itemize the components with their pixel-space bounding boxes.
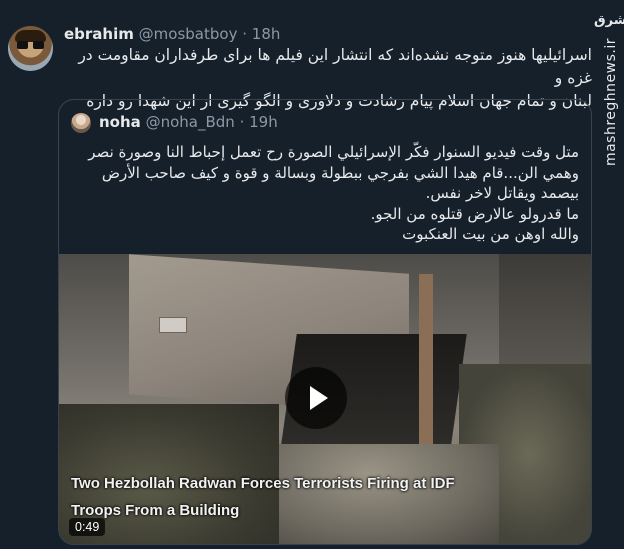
- quoted-tweet-header: noha @noha_Bdn · 19h: [99, 113, 278, 131]
- quoted-tweet-text: متل وقت فيديو السنوار فكّر الإسرائيلي ال…: [73, 142, 579, 245]
- video-player[interactable]: Two Hezbollah Radwan Forces Terrorists F…: [59, 254, 591, 544]
- avatar[interactable]: [8, 26, 53, 71]
- quoted-text-line: ما قدرولو عالارض قتلوه من الجو.: [370, 204, 579, 223]
- video-frame-ac-unit: [159, 317, 187, 333]
- video-caption: Two Hezbollah Radwan Forces Terrorists F…: [71, 470, 471, 524]
- tweet-header: ebrahim @mosbatboy · 18h: [64, 25, 280, 43]
- watermark-logo: مشرق: [594, 13, 624, 28]
- quoted-avatar[interactable]: [71, 113, 91, 133]
- avatar-glasses: [17, 41, 44, 49]
- quoted-text-line: متل وقت فيديو السنوار فكّر الإسرائيلي ال…: [88, 143, 579, 161]
- quoted-tweet[interactable]: noha @noha_Bdn · 19h متل وقت فيديو السنو…: [58, 99, 592, 545]
- quoted-text-line: والله اوهن من بيت العنكبوت: [402, 225, 579, 243]
- tweet-time[interactable]: 18h: [252, 25, 281, 43]
- play-icon[interactable]: [285, 367, 347, 429]
- tweet-text-line: اسرائیلیها هنوز متوجه نشده‌اند که انتشار…: [78, 46, 592, 87]
- tweet: ebrahim @mosbatboy · 18h اسرائیلیها هنوز…: [0, 0, 624, 549]
- watermark-site: mashreghnews.ir: [603, 38, 619, 167]
- quoted-display-name[interactable]: noha: [99, 113, 141, 131]
- quoted-text-line: بيصمد ويقاتل لاخر نفس.: [425, 184, 579, 202]
- video-caption-line: Two Hezbollah Radwan Forces Terrorists F…: [71, 475, 455, 492]
- separator: ·: [239, 113, 245, 131]
- quoted-text-line: وهمي الن...قام هيدا الشي بفرجي ببطولة وب…: [101, 163, 579, 182]
- video-duration-badge: 0:49: [69, 518, 106, 536]
- video-frame-shadow: [499, 254, 591, 374]
- watermark: مشرق mashreghnews.ir: [590, 0, 624, 549]
- user-handle[interactable]: @mosbatboy: [139, 25, 238, 43]
- quoted-tweet-time[interactable]: 19h: [249, 113, 278, 131]
- display-name[interactable]: ebrahim: [64, 25, 134, 43]
- video-caption-line: Troops From a Building: [71, 502, 240, 519]
- separator: ·: [242, 25, 248, 43]
- quoted-user-handle[interactable]: @noha_Bdn: [146, 113, 235, 131]
